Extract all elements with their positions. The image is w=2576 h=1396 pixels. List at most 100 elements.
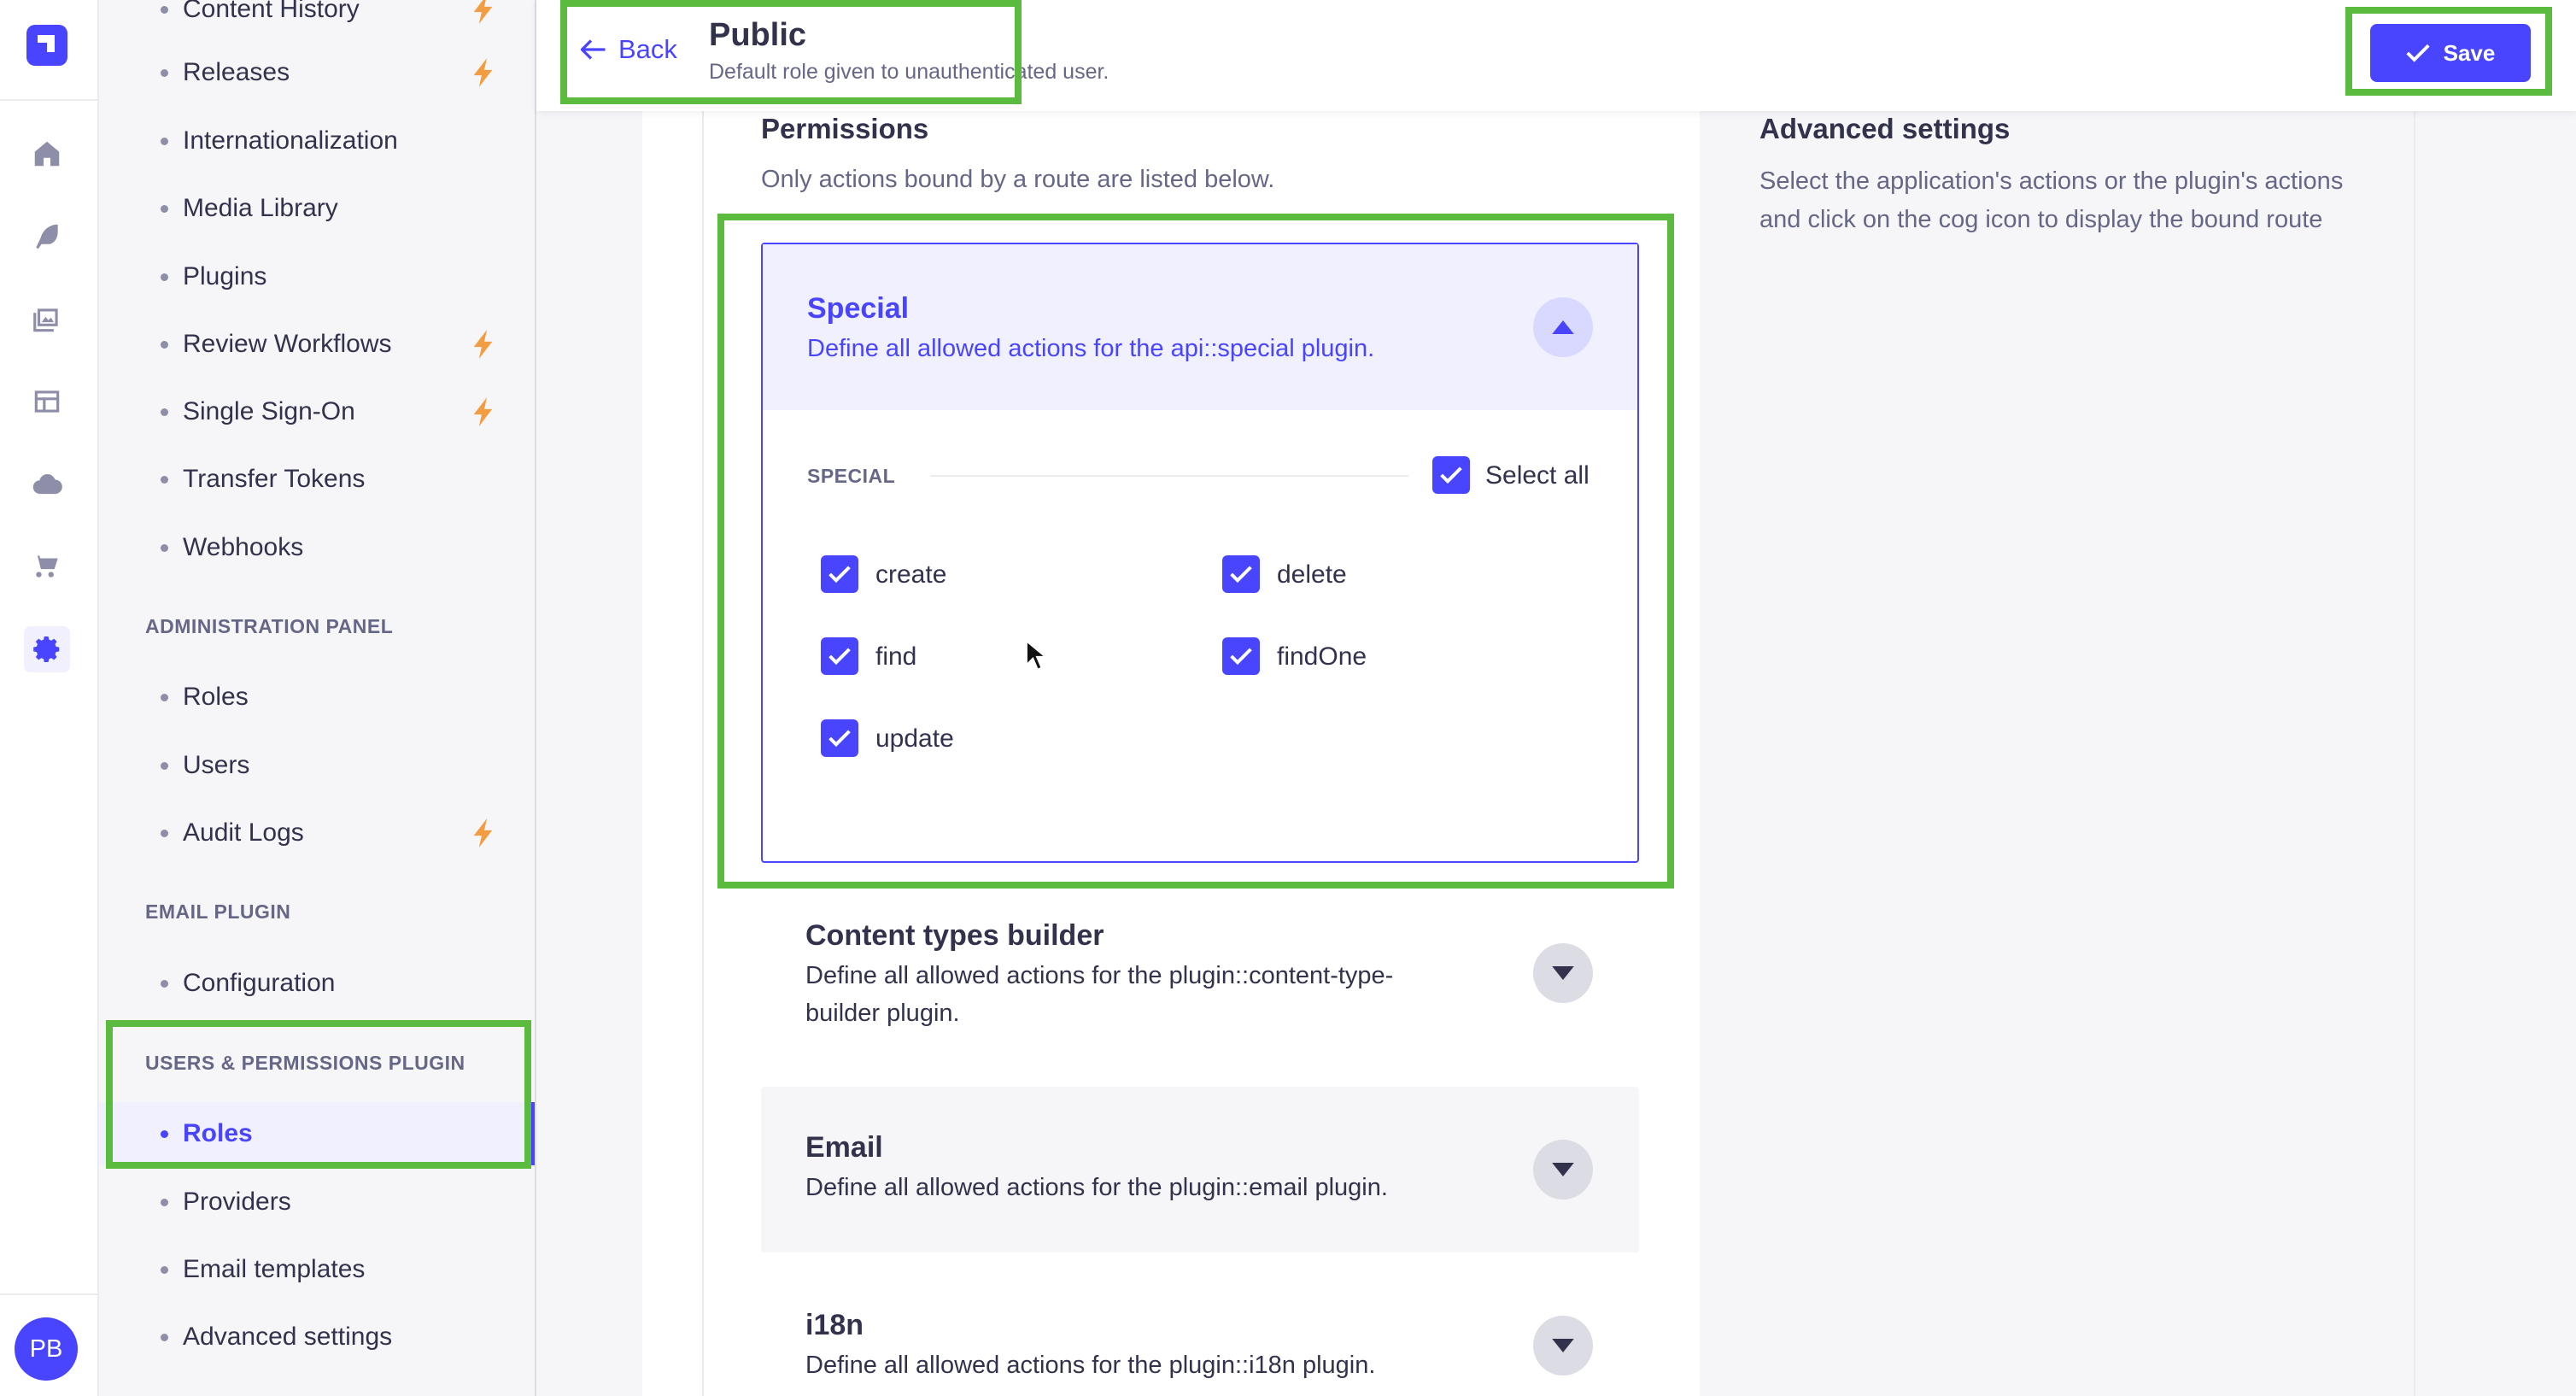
bullet xyxy=(161,273,168,281)
accordion-description: Define all allowed actions for the plugi… xyxy=(805,957,1393,1032)
home-icon[interactable] xyxy=(24,131,70,177)
content-type-builder-icon[interactable] xyxy=(24,378,70,425)
bullet xyxy=(161,340,168,349)
subnav-item-label: Media Library xyxy=(183,194,338,222)
section-heading-email-plugin: EMAIL PLUGIN xyxy=(145,900,291,923)
settings-gear-icon[interactable] xyxy=(24,626,70,672)
subnav-item-label: Email templates xyxy=(183,1255,366,1283)
subnav-item-label: Releases xyxy=(183,58,290,86)
subnav-item-label: Audit Logs xyxy=(183,818,304,847)
subnav-item-label: Review Workflows xyxy=(183,330,392,358)
permissions-subtitle: Only actions bound by a route are listed… xyxy=(761,166,1275,193)
chevron-down-icon[interactable] xyxy=(1533,1140,1593,1200)
accordion-description: Define all allowed actions for the plugi… xyxy=(805,1352,1376,1379)
rail-divider xyxy=(0,99,99,101)
action-checkbox-delete[interactable] xyxy=(1222,555,1260,593)
action-label: findOne xyxy=(1277,642,1367,671)
back-link[interactable]: Back xyxy=(581,34,677,65)
divider xyxy=(930,475,1408,477)
bullet xyxy=(161,1129,168,1138)
marketplace-cart-icon[interactable] xyxy=(24,543,70,589)
subnav-item-up-roles[interactable]: Roles xyxy=(99,1102,535,1165)
subnav-item-label: Internationalization xyxy=(183,126,398,155)
rail-divider xyxy=(0,1293,99,1295)
subnav-item-label: Single Sign-On xyxy=(183,397,355,425)
subnav-item-label: Roles xyxy=(183,1119,253,1147)
accordion-header[interactable]: Special Define all allowed actions for t… xyxy=(763,244,1637,410)
subnav-item-internationalization[interactable]: Internationalization xyxy=(99,109,535,173)
bolt-icon xyxy=(473,0,495,24)
action-checkbox-create[interactable] xyxy=(821,555,858,593)
subnav-item-releases[interactable]: Releases xyxy=(99,41,535,104)
bolt-icon xyxy=(473,818,495,848)
subnav-item-email-templates[interactable]: Email templates xyxy=(99,1238,535,1301)
bullet xyxy=(161,1198,168,1206)
section-label: SPECIAL xyxy=(807,465,896,487)
accordion-email[interactable]: Email Define all allowed actions for the… xyxy=(761,1087,1639,1252)
accordion-title: Email xyxy=(805,1131,883,1164)
chevron-up-icon[interactable] xyxy=(1533,297,1593,357)
settings-subnav: Content History Releases Internationaliz… xyxy=(99,0,536,1396)
subnav-item-providers[interactable]: Providers xyxy=(99,1170,535,1234)
bullet xyxy=(161,68,168,77)
accordion-i18n[interactable]: i18n Define all allowed actions for the … xyxy=(761,1282,1639,1396)
subnav-item-admin-roles[interactable]: Roles xyxy=(99,666,535,729)
save-label: Save xyxy=(2443,39,2496,66)
subnav-item-label: Plugins xyxy=(183,262,267,290)
accordion-content-types-builder[interactable]: Content types builder Define all allowed… xyxy=(761,900,1639,1054)
accordion-description: Define all allowed actions for the plugi… xyxy=(805,1174,1388,1201)
subnav-item-plugins[interactable]: Plugins xyxy=(99,245,535,308)
subnav-item-webhooks[interactable]: Webhooks xyxy=(99,516,535,579)
panel-border xyxy=(702,111,704,1396)
advanced-settings-title: Advanced settings xyxy=(1759,113,2011,144)
bolt-icon xyxy=(473,330,495,359)
subnav-item-label: Advanced settings xyxy=(183,1323,393,1351)
action-label: delete xyxy=(1277,560,1347,589)
bullet xyxy=(161,543,168,552)
accordion-description-line: Define all allowed actions for the plugi… xyxy=(805,962,1394,989)
bullet xyxy=(161,979,168,988)
action-label: find xyxy=(875,642,917,671)
subnav-item-label: Webhooks xyxy=(183,533,304,561)
page-header: Back Public Default role given to unauth… xyxy=(536,0,2576,111)
subnav-item-single-sign-on[interactable]: Single Sign-On xyxy=(99,380,535,443)
bullet xyxy=(161,1265,168,1274)
page-title: Public xyxy=(709,17,807,53)
user-avatar[interactable]: PB xyxy=(15,1317,78,1381)
action-checkbox-update[interactable] xyxy=(821,719,858,757)
save-button[interactable]: Save xyxy=(2370,24,2531,82)
cloud-icon[interactable] xyxy=(24,461,70,507)
mouse-cursor-icon xyxy=(1027,641,1045,670)
select-all-checkbox[interactable] xyxy=(1432,456,1470,494)
accordion-title: i18n xyxy=(805,1309,864,1341)
subnav-item-advanced-settings[interactable]: Advanced settings xyxy=(99,1305,535,1369)
back-label: Back xyxy=(618,34,677,64)
feather-icon[interactable] xyxy=(24,214,70,260)
arrow-left-icon xyxy=(581,39,606,60)
bolt-icon xyxy=(473,397,495,426)
subnav-item-audit-logs[interactable]: Audit Logs xyxy=(99,801,535,865)
section-heading-administration-panel: ADMINISTRATION PANEL xyxy=(145,615,394,637)
action-checkbox-findone[interactable] xyxy=(1222,637,1260,675)
subnav-item-content-history[interactable]: Content History xyxy=(99,0,535,41)
subnav-item-review-workflows[interactable]: Review Workflows xyxy=(99,313,535,376)
section-heading-users-permissions-plugin: USERS & PERMISSIONS PLUGIN xyxy=(145,1052,465,1074)
action-checkbox-find[interactable] xyxy=(821,637,858,675)
check-icon xyxy=(2406,44,2430,62)
subnav-item-transfer-tokens[interactable]: Transfer Tokens xyxy=(99,448,535,511)
accordion-title: Special xyxy=(807,292,910,325)
action-label: update xyxy=(875,724,954,753)
subnav-item-configuration[interactable]: Configuration xyxy=(99,952,535,1015)
strapi-logo-icon[interactable] xyxy=(26,25,67,66)
subnav-item-media-library[interactable]: Media Library xyxy=(99,177,535,240)
bullet xyxy=(161,1333,168,1341)
subnav-item-label: Content History xyxy=(183,0,360,23)
media-library-icon[interactable] xyxy=(24,296,70,343)
accordion-title: Content types builder xyxy=(805,919,1104,952)
bullet xyxy=(161,829,168,837)
subnav-item-users[interactable]: Users xyxy=(99,734,535,797)
chevron-down-icon[interactable] xyxy=(1533,943,1593,1003)
subnav-item-label: Providers xyxy=(183,1188,291,1216)
bullet xyxy=(161,761,168,770)
chevron-down-icon[interactable] xyxy=(1533,1316,1593,1375)
